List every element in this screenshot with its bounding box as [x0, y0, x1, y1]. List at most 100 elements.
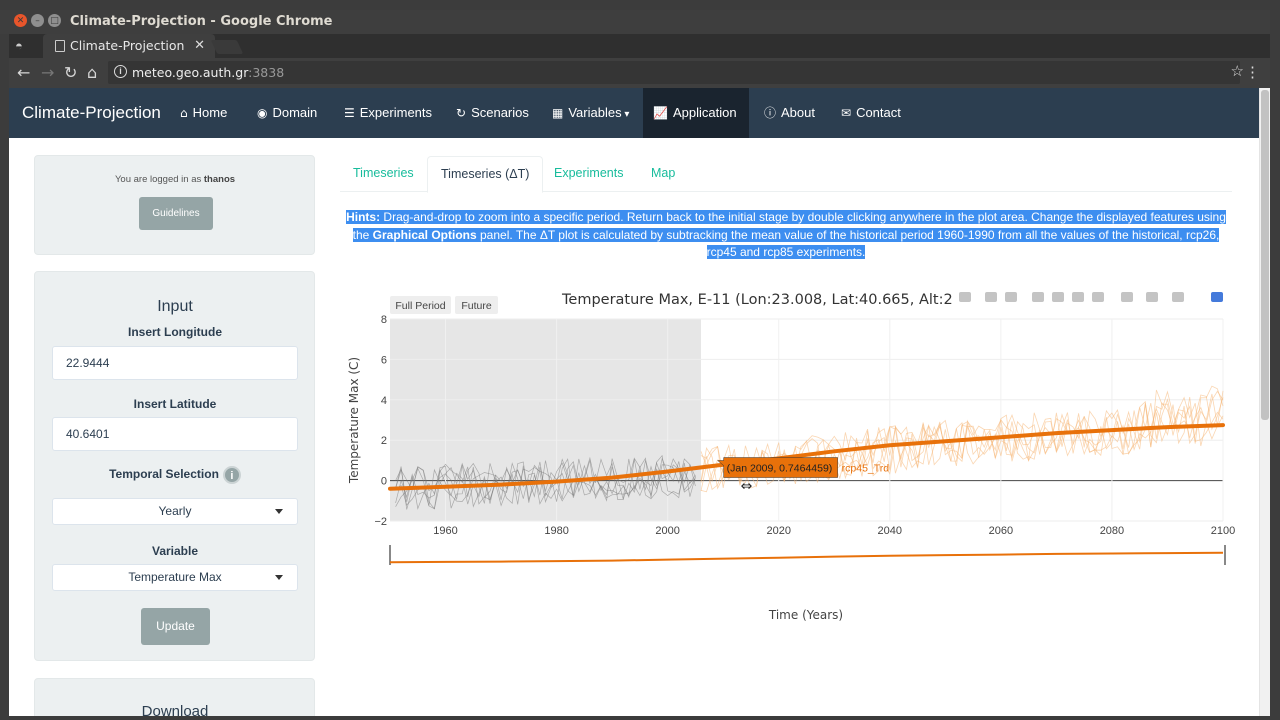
nav-domain[interactable]: ◉ Domain — [247, 88, 327, 138]
plotly-logo-icon[interactable] — [1211, 292, 1223, 302]
download-panel: Download — [34, 678, 315, 716]
pan-icon[interactable] — [1005, 292, 1017, 302]
reload-icon[interactable]: ↻ — [64, 63, 77, 82]
globe-icon: ◉ — [257, 106, 268, 120]
url-text[interactable]: meteo.geo.auth.gr:3838 — [132, 65, 284, 80]
window-close-icon[interactable]: ✕ — [14, 14, 27, 27]
nav-application[interactable]: 📈 Application — [643, 88, 749, 138]
camera-icon[interactable] — [959, 292, 971, 302]
chart-svg[interactable]: −2 0 2 4 6 8 1960 1980 2000 2020 2040 2060 2080 2100 T… — [340, 283, 1240, 623]
home-browser-icon[interactable]: ⌂ — [87, 63, 97, 82]
web-page: Climate-Projection ⌂ Home ◉ Domain ☰ Experime… — [9, 88, 1270, 716]
longitude-field[interactable]: 22.9444 — [52, 346, 298, 380]
tab-bar: Timeseries Timeseries (ΔT) Experiments M… — [340, 156, 1232, 193]
spike-lines-icon[interactable] — [1121, 292, 1133, 302]
guidelines-button[interactable]: Guidelines — [139, 197, 213, 230]
new-tab-button[interactable] — [210, 40, 244, 54]
zoom-out-icon[interactable] — [1052, 292, 1064, 302]
reset-axes-icon[interactable] — [1092, 292, 1104, 302]
variable-label: Variable — [151, 544, 199, 558]
browser-tab-title: Climate-Projection — [70, 38, 185, 53]
x-tick-label: 1960 — [433, 525, 457, 537]
address-bar[interactable]: i meteo.geo.auth.gr:3838 ☆ — [108, 61, 1244, 84]
variable-value: Temperature Max — [128, 570, 222, 584]
nav-experiments[interactable]: ☰ Experiments — [334, 88, 442, 138]
longitude-label: Insert Longitude — [128, 325, 222, 339]
login-status: You are logged in as thanos — [35, 174, 315, 185]
home-icon: ⌂ — [180, 106, 188, 120]
y-tick-label: −2 — [374, 516, 387, 528]
nav-label: Experiments — [359, 105, 433, 120]
browser-tab[interactable]: Climate-Projection ✕ — [43, 34, 215, 58]
hints-body-2: panel. The ΔT plot is calculated by subt… — [476, 227, 1220, 260]
range-button-full-period[interactable]: Full Period — [395, 300, 445, 312]
site-info-icon[interactable]: i — [114, 65, 127, 78]
window-maximize-icon[interactable]: □ — [48, 14, 61, 27]
temporal-select[interactable]: Yearly — [52, 498, 298, 525]
y-tick-label: 8 — [381, 314, 387, 326]
zoom-in-icon[interactable] — [1032, 292, 1044, 302]
url-host: meteo.geo.auth.gr — [132, 65, 249, 80]
nav-variables[interactable]: ▦ Variables ▾ — [542, 88, 639, 138]
browser-toolbar: ← → ↻ ⌂ i meteo.geo.auth.gr:3838 ☆ ⋮ — [9, 58, 1270, 88]
bookmark-star-icon[interactable]: ☆ — [1231, 62, 1244, 80]
browser-menu-icon[interactable]: ⋮ — [1245, 63, 1260, 81]
input-heading: Input — [157, 298, 193, 315]
back-arrow-icon[interactable]: ← — [17, 63, 30, 82]
y-tick-label: 4 — [381, 395, 387, 407]
nav-label: Home — [192, 105, 228, 120]
browser-window: ✕ – □ Climate-Projection - Google Chrome… — [0, 0, 1280, 720]
hover-compare-icon[interactable] — [1172, 292, 1184, 302]
hover-tooltip-value: (Jan 2009, 0.7464459) — [727, 463, 833, 475]
tab-strip: ◓ Climate-Projection ✕ — [9, 34, 1270, 58]
forward-arrow-icon[interactable]: → — [41, 63, 54, 82]
nav-home[interactable]: ⌂ Home — [170, 88, 237, 138]
y-tick-label: 2 — [381, 435, 387, 447]
nav-label: Domain — [272, 105, 318, 120]
x-tick-label: 2040 — [878, 525, 902, 537]
incognito-icon: ◓ — [15, 38, 23, 53]
nav-label: About — [781, 105, 815, 120]
nav-about[interactable]: ⓘ About — [754, 88, 825, 138]
autoscale-icon[interactable] — [1072, 292, 1084, 302]
y-tick-label: 0 — [381, 476, 387, 488]
y-axis-label: Temperature Max (C) — [347, 357, 361, 484]
username: thanos — [203, 174, 236, 185]
tab-close-icon[interactable]: ✕ — [194, 37, 205, 53]
caret-down-icon — [275, 509, 283, 514]
tab-timeseries-delta[interactable]: Timeseries (ΔT) — [427, 156, 544, 193]
x-tick-label: 2020 — [766, 525, 790, 537]
title-bar: ✕ – □ Climate-Projection - Google Chrome — [0, 10, 1270, 34]
update-button[interactable]: Update — [141, 608, 210, 645]
variable-select[interactable]: Temperature Max — [52, 564, 298, 591]
latitude-label: Insert Latitude — [133, 397, 217, 411]
window-minimize-icon[interactable]: – — [31, 14, 44, 27]
x-tick-label: 1980 — [544, 525, 568, 537]
window-title: Climate-Projection - Google Chrome — [70, 14, 333, 29]
login-prefix: You are logged in as — [114, 174, 202, 185]
scrollbar-thumb[interactable] — [1261, 90, 1269, 420]
range-button-future[interactable]: Future — [461, 300, 492, 312]
x-tick-label: 2080 — [1100, 525, 1124, 537]
tab-experiments[interactable]: Experiments — [541, 156, 636, 192]
info-icon[interactable]: i — [222, 466, 241, 484]
page-favicon-icon — [55, 40, 65, 52]
latitude-field[interactable]: 40.6401 — [52, 417, 298, 451]
site-brand[interactable]: Climate-Projection — [22, 103, 161, 123]
tab-map[interactable]: Map — [638, 156, 688, 192]
input-panel: Input Insert Longitude 22.9444 Insert La… — [34, 271, 315, 661]
tab-timeseries[interactable]: Timeseries — [340, 156, 427, 192]
zoom-icon[interactable] — [985, 292, 997, 302]
hover-closest-icon[interactable] — [1146, 292, 1158, 302]
nav-contact[interactable]: ✉ Contact — [831, 88, 911, 138]
hints-label: Hints: — [346, 210, 381, 224]
download-heading: Download — [141, 703, 209, 716]
timeseries-plot[interactable]: −2 0 2 4 6 8 1960 1980 2000 2020 2040 2060 2080 2100 T… — [340, 283, 1240, 623]
nav-label: Scenarios — [471, 105, 529, 120]
nav-label: Application — [672, 105, 737, 120]
grid-icon: ▦ — [552, 106, 564, 120]
nav-scenarios[interactable]: ↻ Scenarios — [446, 88, 539, 138]
x-tick-label: 2100 — [1211, 525, 1235, 537]
envelope-icon: ✉ — [841, 106, 852, 120]
page-scrollbar[interactable] — [1259, 88, 1270, 716]
